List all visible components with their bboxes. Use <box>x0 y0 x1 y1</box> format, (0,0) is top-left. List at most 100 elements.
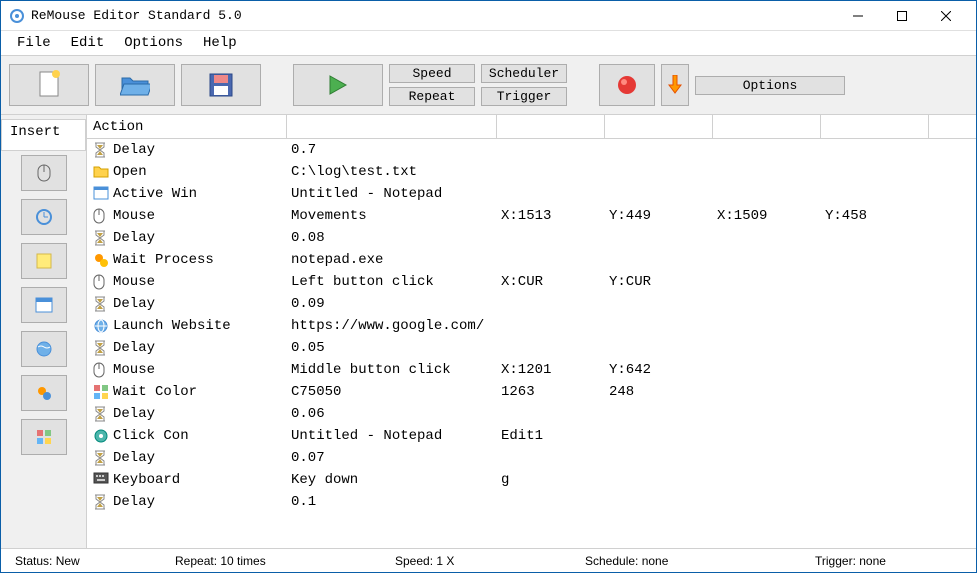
row-cell <box>605 259 713 261</box>
body-area: Insert Action <box>1 115 976 548</box>
repeat-button[interactable]: Repeat <box>389 87 475 106</box>
row-cell: X:1509 <box>713 207 821 225</box>
hourglass-icon <box>93 450 109 466</box>
row-label: Active Win <box>113 186 197 202</box>
insert-window-button[interactable] <box>21 287 67 323</box>
insert-delay-button[interactable] <box>21 199 67 235</box>
table-row[interactable]: Click ConUntitled - NotepadEdit1 <box>87 425 976 447</box>
row-cell <box>821 435 929 437</box>
row-cell <box>497 303 605 305</box>
menu-edit[interactable]: Edit <box>61 33 115 53</box>
row-cell <box>605 149 713 151</box>
save-button[interactable] <box>181 64 261 106</box>
row-cell <box>821 325 929 327</box>
table-row[interactable]: KeyboardKey downg <box>87 469 976 491</box>
table-row[interactable]: Delay0.06 <box>87 403 976 425</box>
row-cell <box>605 413 713 415</box>
row-label: Mouse <box>113 274 155 290</box>
row-label: Keyboard <box>113 472 180 488</box>
table-row[interactable]: Launch Websitehttps://www.google.com/ <box>87 315 976 337</box>
trigger-button[interactable]: Trigger <box>481 87 567 106</box>
row-label: Mouse <box>113 208 155 224</box>
row-cell <box>605 193 713 195</box>
record-button[interactable] <box>599 64 655 106</box>
insert-panel: Insert <box>1 115 87 548</box>
menu-file[interactable]: File <box>7 33 61 53</box>
row-cell <box>497 347 605 349</box>
table-row[interactable]: Delay0.09 <box>87 293 976 315</box>
row-label: Delay <box>113 296 155 312</box>
row-label: Delay <box>113 494 155 510</box>
row-cell: 0.08 <box>287 229 497 247</box>
minimize-button[interactable] <box>836 2 880 30</box>
row-cell: Y:449 <box>605 207 713 225</box>
row-cell: Y:CUR <box>605 273 713 291</box>
insert-misc-button[interactable] <box>21 419 67 455</box>
row-cell <box>713 193 821 195</box>
row-cell: X:1201 <box>497 361 605 379</box>
row-cell: 0.07 <box>287 449 497 467</box>
row-label: Delay <box>113 406 155 422</box>
grid-body[interactable]: Delay0.7OpenC:\log\test.txtActive WinUnt… <box>87 139 976 548</box>
table-row[interactable]: Active WinUntitled - Notepad <box>87 183 976 205</box>
row-cell: Y:458 <box>821 207 929 225</box>
row-cell <box>821 149 929 151</box>
table-row[interactable]: Delay0.05 <box>87 337 976 359</box>
row-cell <box>713 391 821 393</box>
row-cell <box>605 325 713 327</box>
row-cell <box>821 237 929 239</box>
menu-options[interactable]: Options <box>114 33 193 53</box>
open-button[interactable] <box>95 64 175 106</box>
table-row[interactable]: MouseMiddle button clickX:1201Y:642 <box>87 359 976 381</box>
table-row[interactable]: Wait ColorC750501263248 <box>87 381 976 403</box>
row-label: Launch Website <box>113 318 231 334</box>
insert-label: Insert <box>1 119 86 151</box>
insert-mouse-button[interactable] <box>21 155 67 191</box>
status-schedule: Schedule: none <box>575 554 805 568</box>
maximize-button[interactable] <box>880 2 924 30</box>
titlebar: ReMouse Editor Standard 5.0 <box>1 1 976 31</box>
table-row[interactable]: Delay0.07 <box>87 447 976 469</box>
row-cell <box>605 457 713 459</box>
table-row[interactable]: OpenC:\log\test.txt <box>87 161 976 183</box>
insert-web-button[interactable] <box>21 331 67 367</box>
folder-icon <box>93 164 109 180</box>
table-row[interactable]: MouseMovementsX:1513Y:449X:1509Y:458 <box>87 205 976 227</box>
insert-note-button[interactable] <box>21 243 67 279</box>
row-cell <box>497 457 605 459</box>
row-label: Click Con <box>113 428 189 444</box>
insert-process-button[interactable] <box>21 375 67 411</box>
scheduler-button[interactable]: Scheduler <box>481 64 567 83</box>
menu-help[interactable]: Help <box>193 33 247 53</box>
row-cell: X:1513 <box>497 207 605 225</box>
table-row[interactable]: Delay0.08 <box>87 227 976 249</box>
hourglass-icon <box>93 406 109 422</box>
row-cell: 0.05 <box>287 339 497 357</box>
table-row[interactable]: Wait Processnotepad.exe <box>87 249 976 271</box>
row-cell <box>713 237 821 239</box>
row-cell <box>713 413 821 415</box>
row-cell <box>497 501 605 503</box>
speed-button[interactable]: Speed <box>389 64 475 83</box>
row-cell: 248 <box>605 383 713 401</box>
download-arrow-button[interactable] <box>661 64 689 106</box>
hourglass-icon <box>93 296 109 312</box>
table-row[interactable]: Delay0.1 <box>87 491 976 513</box>
row-cell <box>821 259 929 261</box>
action-grid: Action Delay0.7OpenC:\log\test.txtActive… <box>87 115 976 548</box>
gears-icon <box>93 252 109 268</box>
status-speed: Speed: 1 X <box>385 554 575 568</box>
row-cell <box>713 171 821 173</box>
row-cell <box>821 369 929 371</box>
row-cell <box>497 237 605 239</box>
play-button[interactable] <box>293 64 383 106</box>
statusbar: Status: New Repeat: 10 times Speed: 1 X … <box>1 548 976 572</box>
row-cell: Untitled - Notepad <box>287 427 497 445</box>
row-cell <box>497 325 605 327</box>
close-button[interactable] <box>924 2 968 30</box>
row-cell <box>605 501 713 503</box>
table-row[interactable]: MouseLeft button clickX:CURY:CUR <box>87 271 976 293</box>
options-button[interactable]: Options <box>695 76 845 95</box>
table-row[interactable]: Delay0.7 <box>87 139 976 161</box>
new-button[interactable] <box>9 64 89 106</box>
